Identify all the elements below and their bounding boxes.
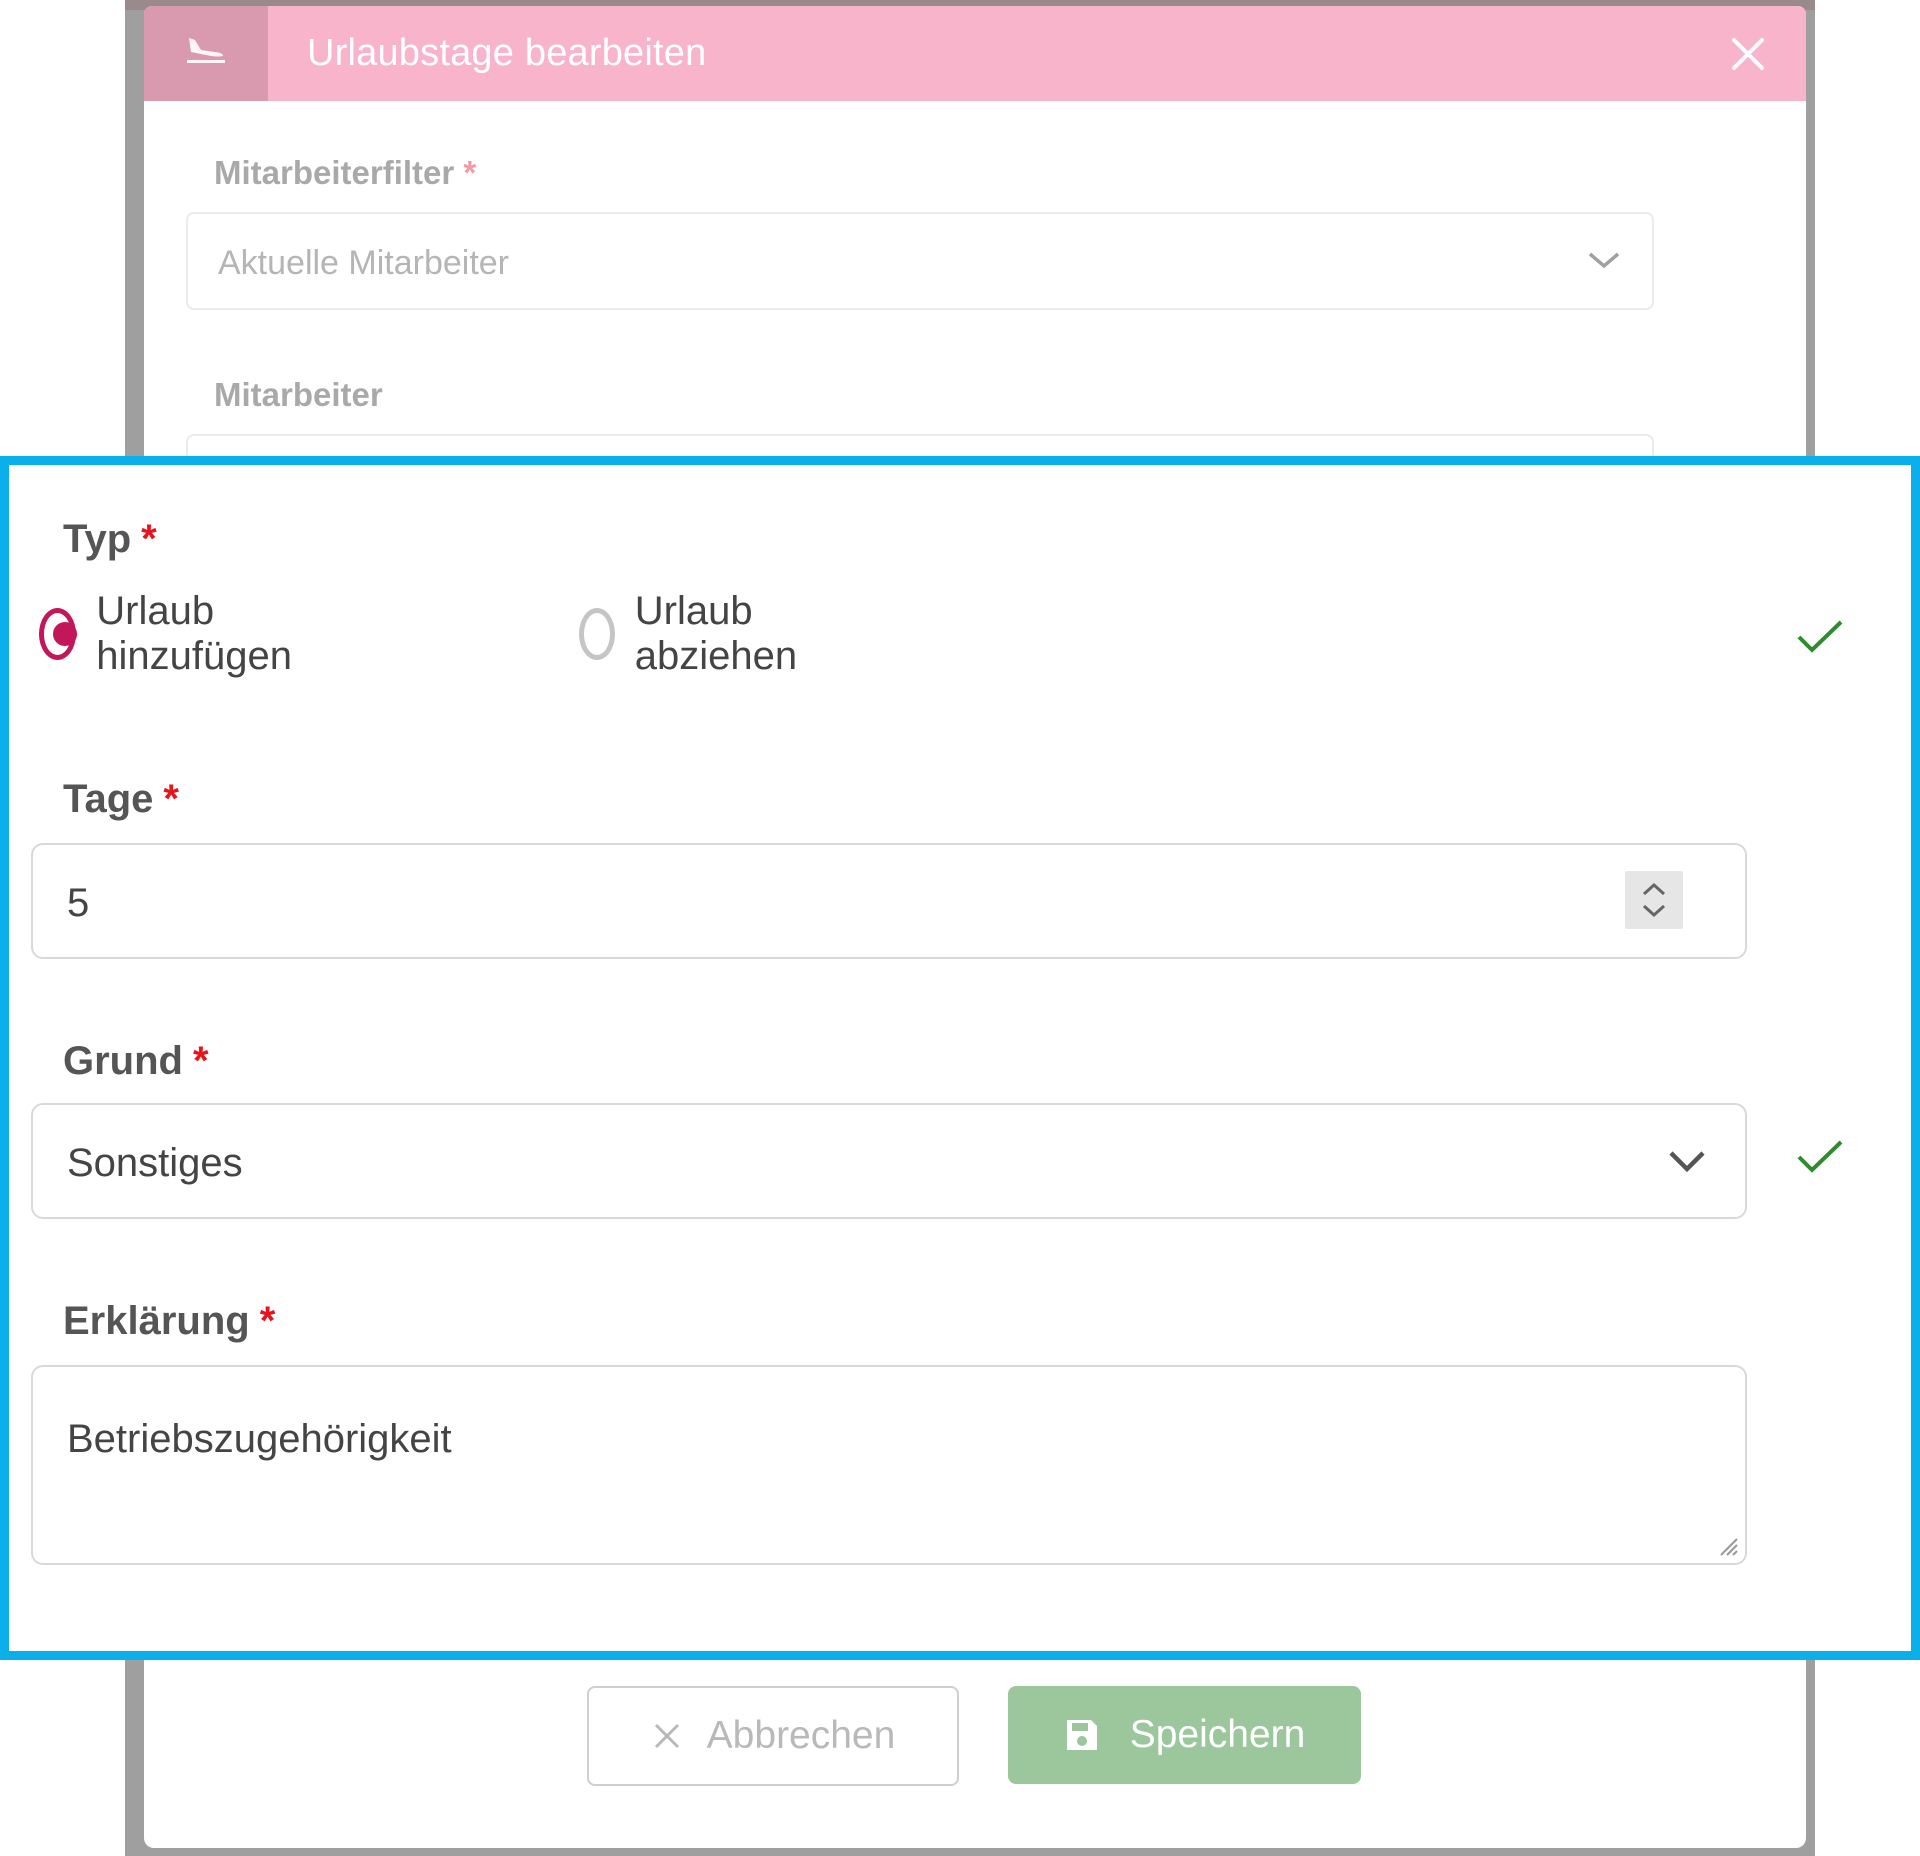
required-mark: * — [259, 1299, 276, 1343]
radio-checked-icon — [39, 608, 78, 660]
employee-label: Mitarbeiter — [214, 376, 383, 413]
valid-check-icon — [1797, 620, 1843, 653]
reason-select[interactable]: Sonstiges — [31, 1103, 1747, 1219]
explanation-text-value: Betriebszugehörigkeit — [67, 1417, 452, 1461]
employee-filter-select[interactable]: Aktuelle Mitarbeiter — [186, 212, 1654, 310]
required-mark: * — [463, 154, 477, 191]
reason-label-text: Grund — [63, 1039, 183, 1083]
required-mark: * — [192, 1039, 209, 1083]
employee-filter-label: Mitarbeiterfilter * — [214, 154, 476, 192]
days-number-input[interactable]: 5 — [31, 843, 1747, 959]
cancel-button-label: Abbrechen — [706, 1714, 896, 1757]
chevron-down-icon — [1588, 252, 1620, 269]
explanation-textarea[interactable]: Betriebszugehörigkeit — [31, 1365, 1747, 1565]
close-icon — [654, 1723, 679, 1749]
employee-filter-label-text: Mitarbeiterfilter — [214, 154, 455, 191]
explanation-label: Erklärung * — [63, 1299, 275, 1344]
days-label: Tage * — [63, 777, 179, 822]
reason-label: Grund * — [63, 1039, 209, 1084]
employee-filter-value: Aktuelle Mitarbeiter — [218, 244, 510, 282]
resize-grip-icon[interactable] — [1715, 1533, 1739, 1557]
days-label-text: Tage — [63, 777, 154, 821]
radio-subtract-vacation-label: Urlaub abziehen — [634, 589, 798, 678]
radio-add-vacation[interactable]: Urlaub hinzufügen — [39, 589, 307, 679]
days-input-value: 5 — [67, 881, 90, 925]
cancel-button[interactable]: Abbrechen — [587, 1686, 959, 1786]
save-button-label: Speichern — [1129, 1713, 1306, 1756]
explanation-label-text: Erklärung — [63, 1299, 250, 1343]
required-mark: * — [141, 517, 157, 561]
close-icon[interactable] — [1728, 34, 1768, 74]
header-icon-box — [144, 6, 268, 101]
radio-unchecked-icon — [579, 608, 615, 660]
chevron-down-icon — [1669, 1151, 1705, 1173]
save-disk-icon — [1066, 1720, 1097, 1750]
type-label-text: Typ — [63, 517, 132, 561]
reason-select-value: Sonstiges — [67, 1141, 243, 1185]
type-label: Typ * — [63, 517, 157, 562]
number-spinner[interactable] — [1625, 871, 1683, 929]
chevron-up-down-icon — [1642, 882, 1666, 918]
valid-check-icon — [1797, 1140, 1843, 1173]
highlighted-form-section: Typ * Urlaub hinzufügen Urlaub abziehen T… — [0, 456, 1920, 1660]
required-mark: * — [163, 777, 179, 821]
radio-add-vacation-label: Urlaub hinzufügen — [96, 589, 292, 678]
dialog-title: Urlaubstage bearbeiten — [307, 32, 707, 74]
save-button[interactable]: Speichern — [1008, 1686, 1361, 1784]
plane-landing-icon — [187, 37, 225, 63]
radio-subtract-vacation[interactable]: Urlaub abziehen — [579, 589, 813, 679]
